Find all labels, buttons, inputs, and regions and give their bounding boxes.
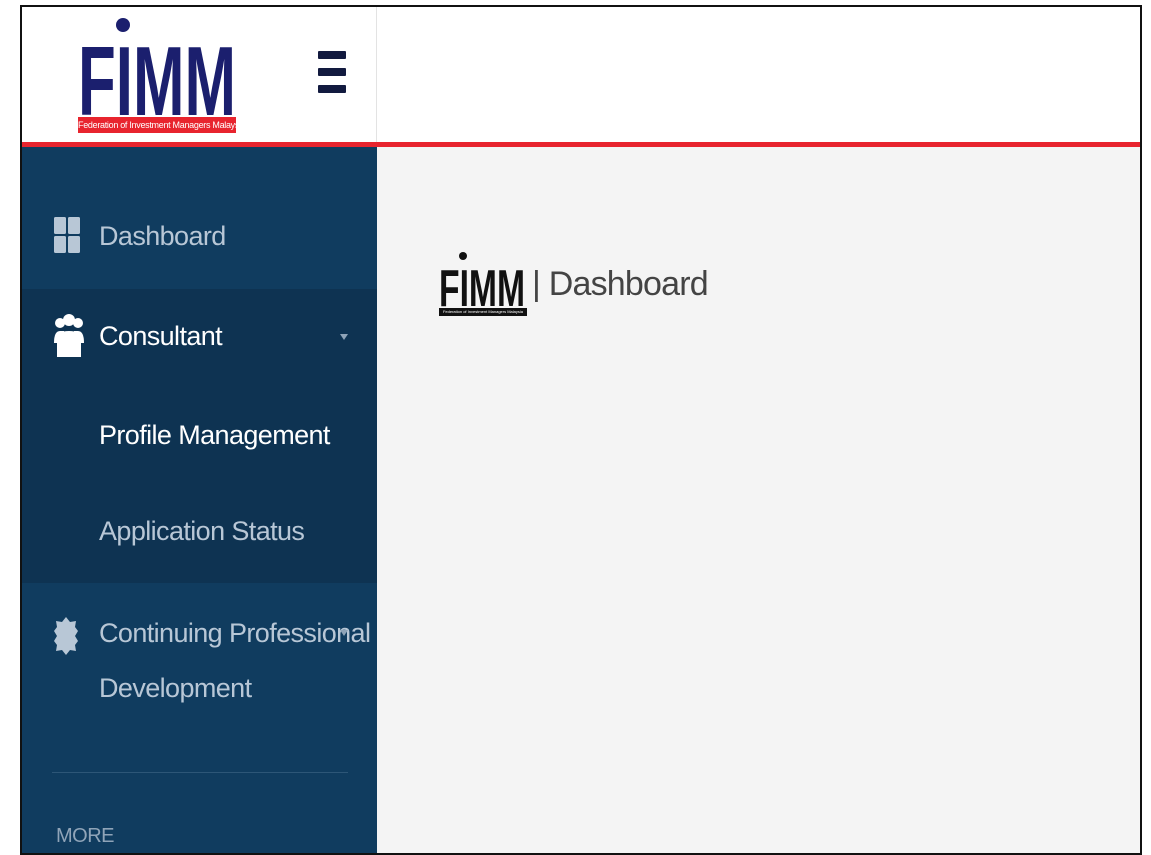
sidebar-item-application-status[interactable]: Application Status <box>22 484 377 583</box>
chevron-down-icon <box>340 630 348 636</box>
sidebar-item-cpd[interactable]: Continuing Professional Development <box>22 583 377 743</box>
sidebar-item-consultant[interactable]: Consultant <box>22 289 377 386</box>
svg-text:FIMM: FIMM <box>78 26 236 117</box>
sidebar: Dashboard Consultant Profile Management … <box>22 147 377 853</box>
logo-area: FIMM Federation of Investment Managers M… <box>22 7 377 142</box>
chevron-down-icon <box>340 334 348 340</box>
hamburger-icon[interactable] <box>318 51 346 93</box>
users-group-icon <box>54 313 84 364</box>
app-window: FIMM Federation of Investment Managers M… <box>20 5 1142 855</box>
sidebar-section-label: MORE <box>56 825 115 847</box>
page-title-text: Dashboard <box>548 265 709 303</box>
fimm-logo[interactable]: FIMM Federation of Investment Managers M… <box>78 17 236 133</box>
sidebar-item-label: Consultant <box>99 321 223 351</box>
logo-tagline: Federation of Investment Managers Malays… <box>78 117 236 133</box>
sidebar-item-label: Application Status <box>99 516 305 546</box>
sidebar-item-label: Continuing Professional <box>99 618 371 648</box>
main-content: FIMM Federation of Investment Managers M… <box>377 147 1140 853</box>
gear-badge-icon <box>54 617 78 662</box>
sidebar-item-label: Profile Management <box>99 420 330 450</box>
sidebar-divider <box>52 772 348 773</box>
mini-logo-tagline: Federation of Investment Managers Malays… <box>439 308 527 316</box>
page-title: | Dashboard <box>532 265 709 304</box>
fimm-mini-logo: FIMM Federation of Investment Managers M… <box>439 250 527 318</box>
dashboard-grid-icon <box>54 217 80 260</box>
sidebar-item-dashboard[interactable]: Dashboard <box>22 147 377 289</box>
logo-separator: | <box>532 265 541 303</box>
svg-text:FIMM: FIMM <box>439 260 525 308</box>
sidebar-item-label-line2: Development <box>99 673 252 703</box>
sidebar-item-profile-management[interactable]: Profile Management <box>22 386 377 484</box>
fimm-wordmark: FIMM <box>78 17 236 117</box>
sidebar-item-label: Dashboard <box>99 221 226 251</box>
